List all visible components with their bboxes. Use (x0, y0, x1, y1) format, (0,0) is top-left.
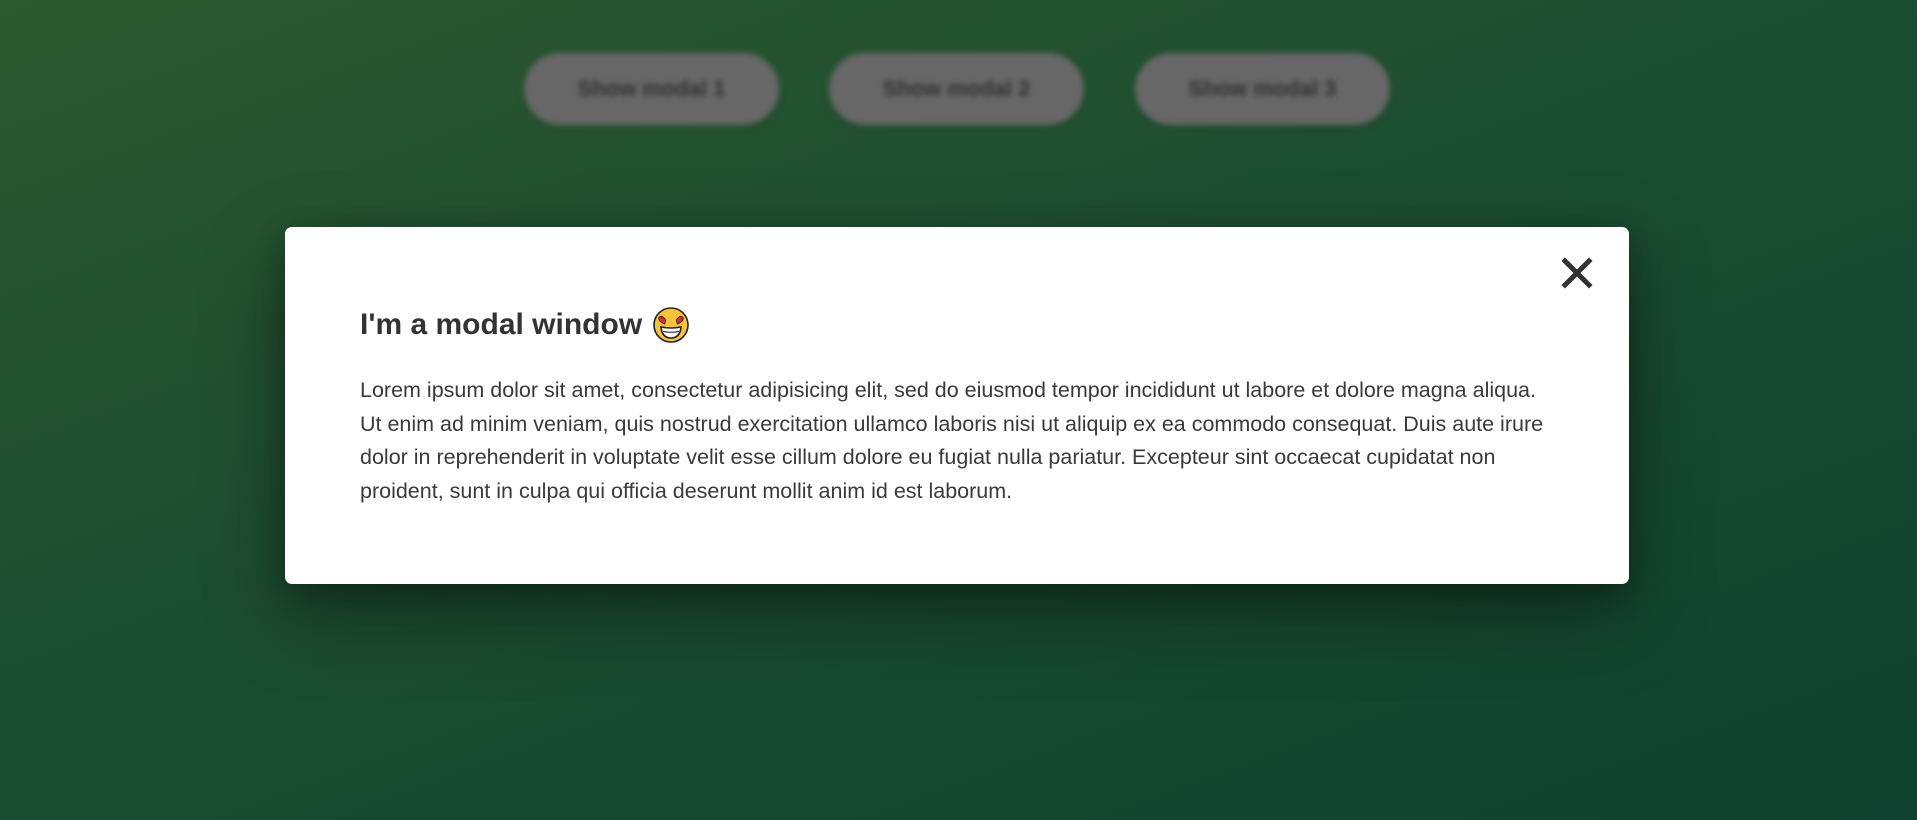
close-button[interactable] (1555, 251, 1599, 295)
modal-window: I'm a modal window Lorem ipsum dolor sit… (285, 227, 1629, 584)
page-background: Show modal 1 Show modal 2 Show modal 3 I… (0, 0, 1917, 820)
close-icon (1561, 257, 1593, 289)
modal-title-text: I'm a modal window (360, 308, 643, 341)
smiling-face-with-heart-eyes-icon (653, 307, 689, 343)
modal-body-text: Lorem ipsum dolor sit amet, consectetur … (360, 378, 1544, 503)
modal-title: I'm a modal window (360, 306, 690, 344)
